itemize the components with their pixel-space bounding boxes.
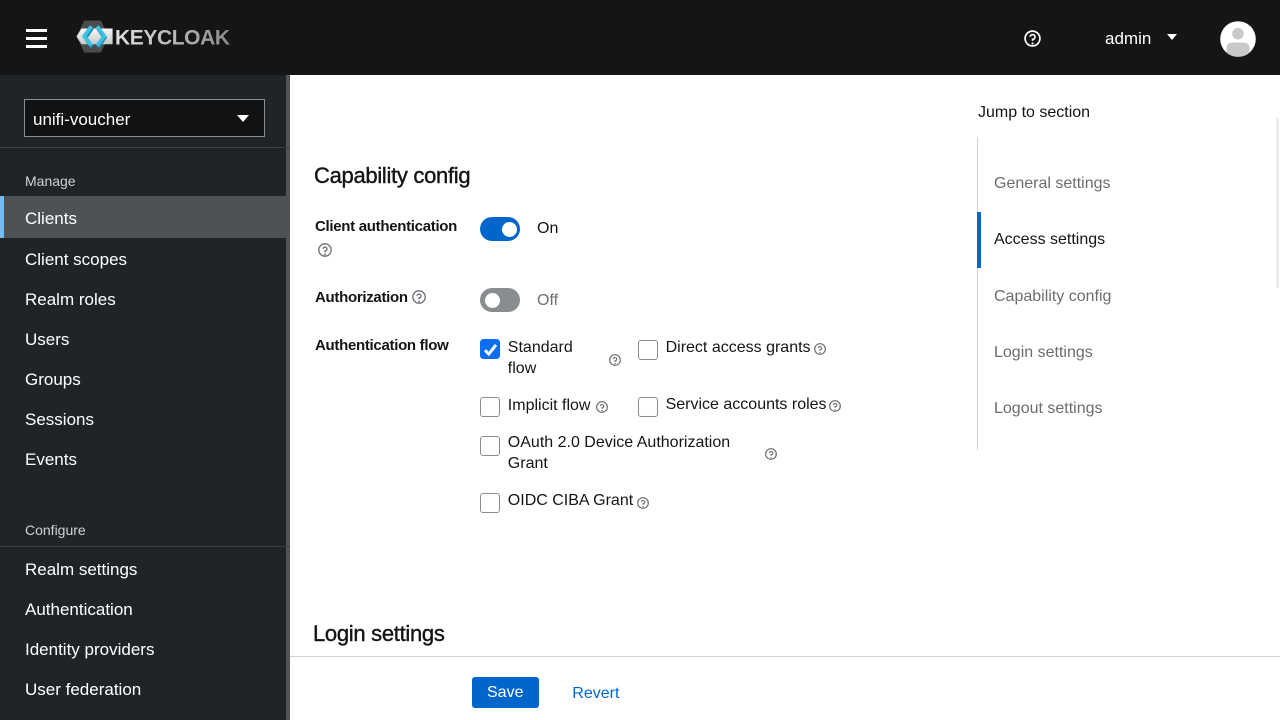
svg-text:KEYCLOAK: KEYCLOAK bbox=[115, 27, 230, 50]
